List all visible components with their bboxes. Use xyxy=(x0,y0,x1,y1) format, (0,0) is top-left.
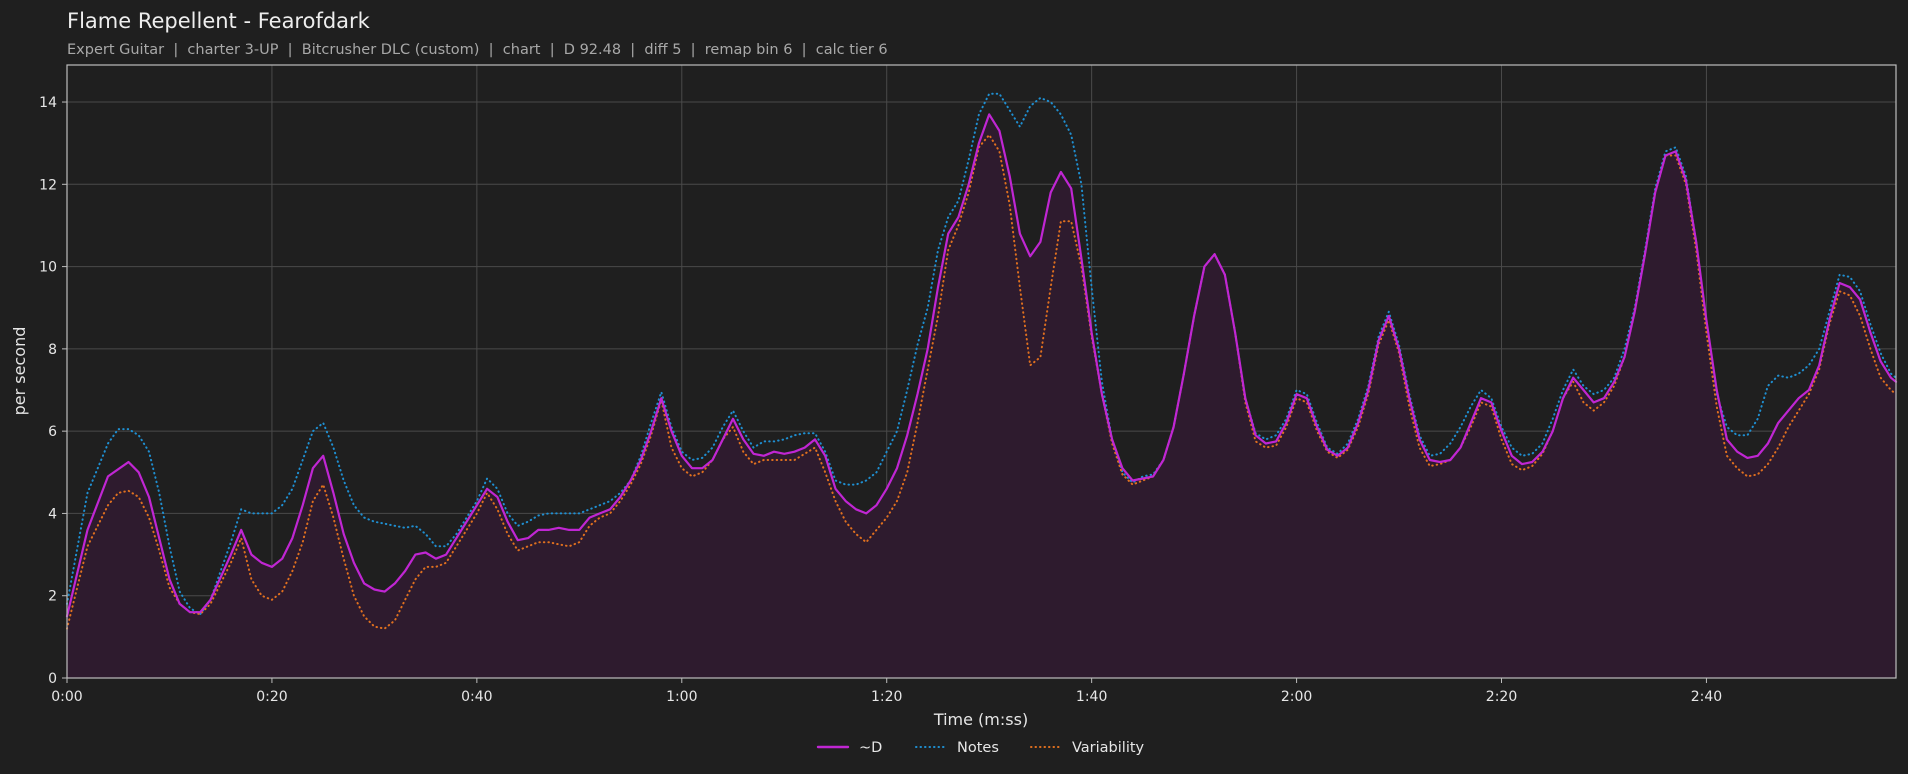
y-tick-label: 10 xyxy=(39,260,57,276)
x-tick-label: 1:00 xyxy=(666,689,697,705)
legend: ~D Notes Variability xyxy=(816,740,1145,756)
legend-label: Variability xyxy=(1072,740,1145,756)
y-tick-label: 4 xyxy=(48,506,57,522)
chart-subtitle: Expert Guitar | charter 3-UP | Bitcrushe… xyxy=(67,42,888,58)
y-tick-label: 0 xyxy=(48,671,57,687)
x-tick-label: 1:40 xyxy=(1076,689,1107,705)
x-tick-label: 2:40 xyxy=(1691,689,1722,705)
x-tick-label: 2:00 xyxy=(1281,689,1312,705)
x-tick-label: 0:00 xyxy=(51,689,82,705)
y-tick-label: 14 xyxy=(39,95,57,111)
x-tick-label: 1:20 xyxy=(871,689,902,705)
legend-label: Notes xyxy=(957,740,999,756)
y-tick-label: 12 xyxy=(39,177,57,193)
y-tick-label: 8 xyxy=(48,342,57,358)
x-tick-label: 0:40 xyxy=(461,689,492,705)
area-fill-layer xyxy=(67,114,1896,678)
x-tick-label: 0:20 xyxy=(256,689,287,705)
legend-label: ~D xyxy=(859,740,882,756)
y-tick-label: 2 xyxy=(48,589,57,605)
y-tick-label: 6 xyxy=(48,424,57,440)
chart-title: Flame Repellent - Fearofdark xyxy=(67,9,371,33)
x-axis-label: Time (m:ss) xyxy=(933,710,1028,729)
x-tick-label: 2:20 xyxy=(1486,689,1517,705)
y-axis-label: per second xyxy=(10,327,29,416)
plot-area: 0:00 0:20 0:40 1:00 1:20 1:40 2:00 2:20 2:40 0 2 4 6… xyxy=(39,64,1898,705)
d-area-fill xyxy=(67,114,1896,678)
chart-canvas: Flame Repellent - Fearofdark Expert Guit… xyxy=(10,9,1898,756)
